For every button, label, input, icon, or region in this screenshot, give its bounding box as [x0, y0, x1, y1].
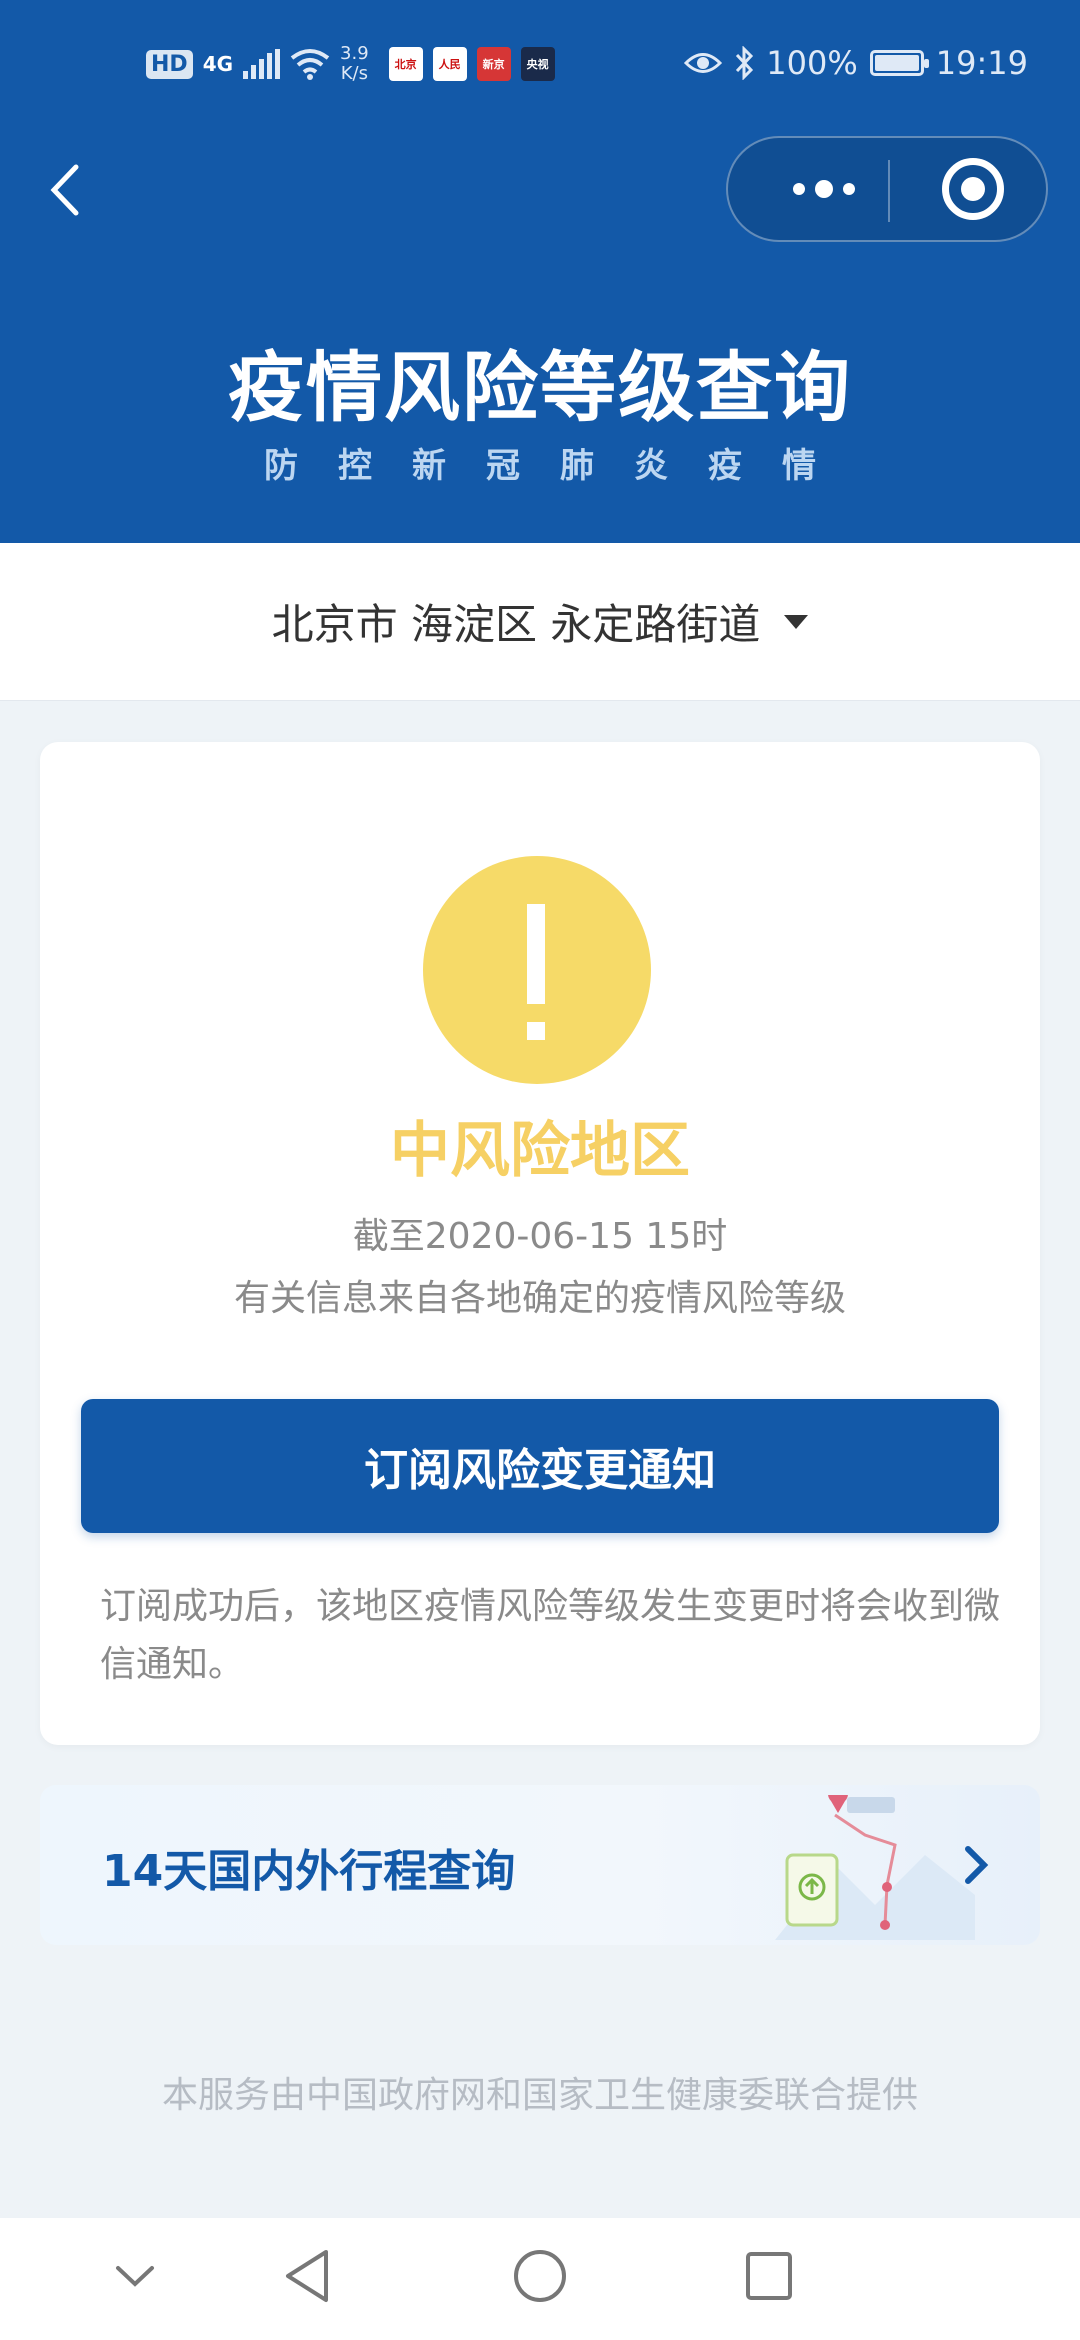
close-miniprogram-icon[interactable]: [942, 158, 1004, 220]
trip-check-label: 14天国内外行程查询: [102, 1846, 516, 1897]
more-options-icon[interactable]: [772, 138, 876, 240]
back-icon[interactable]: [40, 155, 100, 225]
nav-back-icon[interactable]: [282, 2246, 332, 2306]
map-illustration-icon: [775, 1795, 975, 1940]
battery-icon: [869, 50, 929, 76]
battery-percent: 100%: [766, 44, 858, 82]
miniprogram-capsule: [726, 136, 1048, 242]
wifi-icon: [290, 49, 330, 80]
risk-card: 中风险地区 截至2020-06-15 15时 有关信息来自各地确定的疫情风险等级…: [40, 742, 1040, 1745]
clock: 19:19: [935, 44, 1028, 82]
page-subtitle: 防控新冠肺炎疫情: [264, 446, 856, 486]
dropdown-caret-icon: [784, 614, 809, 629]
warning-icon: [423, 856, 651, 1084]
nav-collapse-icon[interactable]: [110, 2246, 160, 2306]
risk-level: 中风险地区: [390, 1116, 690, 1186]
app-new-beijing-icon: 新京: [476, 47, 511, 81]
header: HD 4G 3.9 K/s 北京 人民 新京 央视 100% 19:19 疫情风…: [0, 0, 1080, 543]
location-label: 北京市 海淀区 永定路街道: [271, 600, 761, 649]
trip-check-card[interactable]: 14天国内外行程查询: [40, 1785, 1040, 1945]
risk-source-note: 有关信息来自各地确定的疫情风险等级: [233, 1278, 846, 1319]
page-title: 疫情风险等级查询: [228, 343, 852, 432]
app-peoples-daily-icon: 人民: [432, 47, 467, 81]
subscribe-button[interactable]: 订阅风险变更通知: [81, 1399, 999, 1533]
nav-home-icon[interactable]: [512, 2246, 568, 2306]
risk-as-of: 截至2020-06-15 15时: [352, 1216, 728, 1257]
subscribe-note: 订阅成功后，该地区疫情风险等级发生变更时将会收到微信通知。: [100, 1586, 1001, 1685]
network-type: 4G: [202, 52, 234, 76]
status-bar: HD 4G 3.9 K/s 北京 人民 新京 央视 100% 19:19: [0, 36, 1080, 96]
eye-icon: [684, 53, 723, 73]
signal-icon: [243, 49, 281, 79]
chevron-right-icon: [965, 1846, 989, 1884]
app-beijing-daily-icon: 北京: [388, 47, 423, 81]
system-nav-bar: [0, 2218, 1080, 2340]
hd-indicator: HD: [146, 49, 193, 79]
bluetooth-icon: [736, 46, 754, 80]
location-selector[interactable]: 北京市 海淀区 永定路街道: [0, 543, 1080, 701]
nav-recents-icon[interactable]: [744, 2246, 794, 2306]
app-cctv-news-icon: 央视: [520, 47, 555, 81]
network-speed: 3.9 K/s: [340, 43, 369, 84]
footer-credit: 本服务由中国政府网和国家卫生健康委联合提供: [161, 2075, 918, 2116]
